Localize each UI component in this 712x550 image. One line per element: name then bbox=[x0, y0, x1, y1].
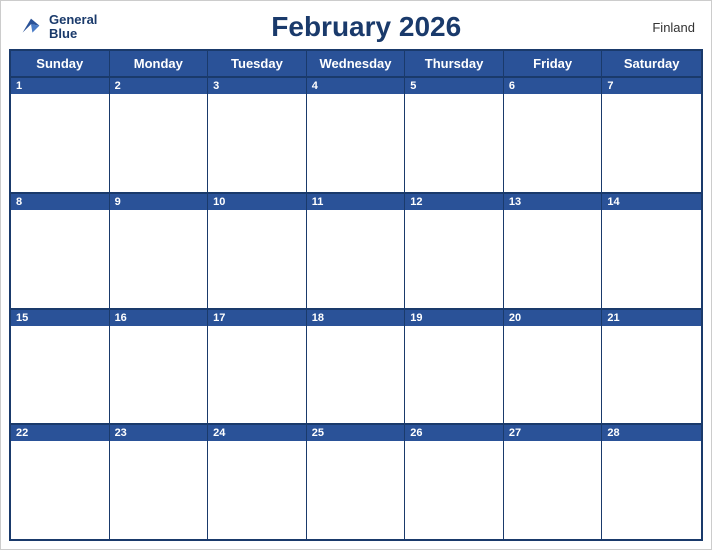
day-6: 6 bbox=[504, 78, 603, 192]
day-4: 4 bbox=[307, 78, 406, 192]
header-friday: Friday bbox=[504, 51, 603, 76]
calendar-title: February 2026 bbox=[97, 11, 635, 43]
day-21: 21 bbox=[602, 310, 701, 424]
day-12: 12 bbox=[405, 194, 504, 308]
day-9: 9 bbox=[110, 194, 209, 308]
country-label: Finland bbox=[635, 20, 695, 35]
week-row-4: 22 23 24 25 26 27 28 bbox=[11, 423, 701, 539]
logo-icon: General Blue bbox=[17, 13, 97, 42]
logo-blue: Blue bbox=[49, 27, 97, 41]
header-sunday: Sunday bbox=[11, 51, 110, 76]
day-5: 5 bbox=[405, 78, 504, 192]
week-row-2: 8 9 10 11 12 13 14 bbox=[11, 192, 701, 308]
week-row-3: 15 16 17 18 19 20 21 bbox=[11, 308, 701, 424]
week-row-1: 1 2 3 4 5 6 7 bbox=[11, 76, 701, 192]
calendar-grid: Sunday Monday Tuesday Wednesday Thursday… bbox=[9, 49, 703, 541]
day-19: 19 bbox=[405, 310, 504, 424]
day-8: 8 bbox=[11, 194, 110, 308]
day-16: 16 bbox=[110, 310, 209, 424]
logo: General Blue bbox=[17, 13, 97, 42]
day-17: 17 bbox=[208, 310, 307, 424]
header-tuesday: Tuesday bbox=[208, 51, 307, 76]
header-wednesday: Wednesday bbox=[307, 51, 406, 76]
day-26: 26 bbox=[405, 425, 504, 539]
day-10: 10 bbox=[208, 194, 307, 308]
day-13: 13 bbox=[504, 194, 603, 308]
day-headers-row: Sunday Monday Tuesday Wednesday Thursday… bbox=[11, 51, 701, 76]
day-14: 14 bbox=[602, 194, 701, 308]
header-monday: Monday bbox=[110, 51, 209, 76]
day-1: 1 bbox=[11, 78, 110, 192]
header-thursday: Thursday bbox=[405, 51, 504, 76]
day-24: 24 bbox=[208, 425, 307, 539]
day-18: 18 bbox=[307, 310, 406, 424]
logo-general: General bbox=[49, 13, 97, 27]
day-7: 7 bbox=[602, 78, 701, 192]
day-20: 20 bbox=[504, 310, 603, 424]
day-2: 2 bbox=[110, 78, 209, 192]
day-27: 27 bbox=[504, 425, 603, 539]
day-23: 23 bbox=[110, 425, 209, 539]
day-11: 11 bbox=[307, 194, 406, 308]
day-3: 3 bbox=[208, 78, 307, 192]
header-saturday: Saturday bbox=[602, 51, 701, 76]
day-28: 28 bbox=[602, 425, 701, 539]
calendar-header: General Blue February 2026 Finland bbox=[1, 1, 711, 49]
day-22: 22 bbox=[11, 425, 110, 539]
day-15: 15 bbox=[11, 310, 110, 424]
day-25: 25 bbox=[307, 425, 406, 539]
bird-icon bbox=[17, 13, 45, 41]
calendar-body: 1 2 3 4 5 6 7 8 9 10 11 12 13 14 15 16 1… bbox=[11, 76, 701, 539]
